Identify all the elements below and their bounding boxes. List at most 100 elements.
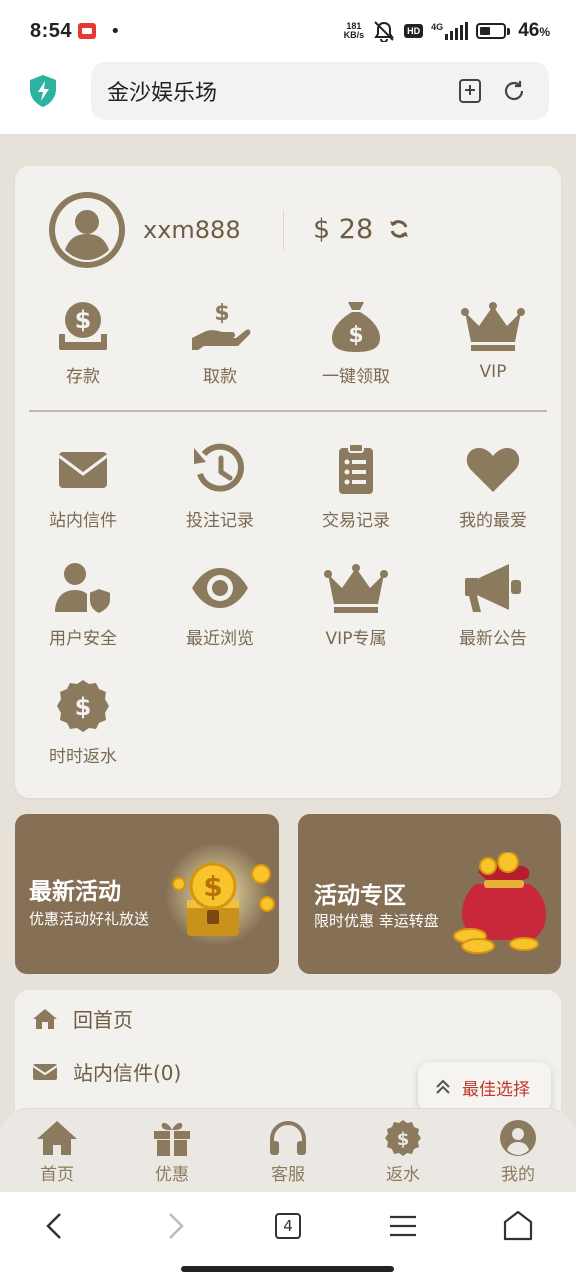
tab-rebate-label: 返水 [386,1165,420,1185]
status-dot: • [110,20,121,42]
withdraw-button[interactable]: $ 取款 [152,298,288,387]
tab-home-label: 首页 [40,1165,74,1185]
user-circle-icon [500,1120,536,1156]
best-pick-button[interactable]: 最佳选择 [418,1062,551,1112]
gesture-home-bar[interactable] [181,1266,394,1272]
banner-events-zone[interactable]: 活动专区 限时优惠 幸运转盘 [298,814,561,974]
menu-item-home-label: 回首页 [73,1008,133,1032]
browser-toolbar: 金沙娱乐场 [0,62,576,134]
feature-transactions-label: 交易记录 [322,511,390,531]
deposit-icon: $ [59,302,107,350]
tab-mine[interactable]: 我的 [473,1119,563,1185]
home-icon [33,1008,57,1029]
back-icon[interactable] [38,1208,74,1244]
user-avatar-icon [55,198,119,262]
section-divider [29,410,547,412]
feature-bet-history-label: 投注记录 [186,511,254,531]
vip-button[interactable]: VIP [425,298,561,382]
feature-rebate-label: 时时返水 [49,747,117,767]
tabs-button[interactable]: 4 [270,1208,306,1244]
username: xxm888 [143,216,241,244]
refresh-balance-icon[interactable] [388,218,410,240]
security-shield-icon[interactable] [28,74,58,108]
megaphone-icon [465,564,521,612]
feature-messages[interactable]: 站内信件 [15,442,151,531]
menu-item-home[interactable]: 回首页 [31,1004,133,1033]
forward-icon[interactable] [156,1208,192,1244]
status-time: 8:54 [30,19,73,42]
vip-label: VIP [479,362,507,382]
browser-nav-bar: 4 [0,1192,576,1280]
reload-icon[interactable] [501,78,527,104]
feature-messages-label: 站内信件 [49,511,117,531]
headset-icon [270,1121,306,1155]
claim-all-label: 一键领取 [322,367,390,387]
svg-text:$: $ [348,323,363,348]
menu-item-messages-label: 站内信件(0) [73,1061,182,1085]
signal-icon [445,22,469,40]
browser-home-icon[interactable] [500,1208,536,1244]
claim-all-button[interactable]: $ 一键领取 [288,298,424,387]
envelope-icon [32,1063,58,1080]
feature-vip-exclusive[interactable]: VIP专属 [288,560,424,649]
money-bag-icon: $ [332,302,380,352]
deposit-button[interactable]: $ 存款 [15,298,151,387]
status-bar: 8:54 • 181 KB/s HD 4G 46% [0,0,576,62]
feature-favorites-label: 我的最爱 [459,511,527,531]
bookmark-add-icon[interactable] [457,78,483,104]
divider [283,210,284,250]
svg-text:$: $ [203,870,222,903]
history-icon [194,443,244,492]
feature-favorites[interactable]: 我的最爱 [425,442,561,531]
tab-rebate[interactable]: $ 返水 [358,1119,448,1185]
avatar[interactable] [49,192,125,268]
network-type: 4G [431,22,469,40]
tab-support[interactable]: 客服 [243,1119,333,1185]
bottom-tab-bar: 首页 优惠 客服 $ 返水 我的 [0,1108,576,1192]
menu-icon[interactable] [385,1208,421,1244]
feature-recent-label: 最近浏览 [186,629,254,649]
envelope-icon [58,452,108,488]
feature-transactions[interactable]: 交易记录 [288,442,424,531]
svg-text:$: $ [75,306,92,334]
hd-badge: HD [404,24,424,38]
tab-home[interactable]: 首页 [12,1119,102,1185]
net-speed-unit: KB/s [343,30,365,40]
address-bar[interactable]: 金沙娱乐场 [91,62,549,120]
lucky-bag-image [453,852,547,954]
home-icon [37,1121,77,1155]
menu-item-messages[interactable]: 站内信件(0) [31,1057,181,1086]
withdraw-icon: $ [192,301,251,350]
balance: $ 28 [313,214,374,245]
feature-rebate[interactable]: $ 时时返水 [15,678,151,767]
tab-mine-label: 我的 [501,1165,535,1185]
feature-security[interactable]: 用户安全 [15,560,151,649]
double-chevron-up-icon [436,1079,450,1094]
banner-title: 活动专区 [314,883,406,909]
best-pick-label: 最佳选择 [462,1079,530,1100]
banner-title: 最新活动 [29,879,121,905]
banner-subtitle: 优惠活动好礼放送 [29,910,150,928]
feature-bet-history[interactable]: 投注记录 [152,442,288,531]
clipboard-icon [339,443,373,494]
feature-announcements[interactable]: 最新公告 [425,560,561,649]
banner-latest-events[interactable]: $ 最新活动 优惠活动好礼放送 [15,814,279,974]
svg-text:$: $ [214,301,229,326]
dollar-badge-icon: $ [385,1120,421,1156]
gift-icon [154,1122,190,1156]
tab-count: 4 [275,1213,301,1239]
account-card: xxm888 $ 28 $ 存款 $ 取款 $ 一键领取 VIP 站内信件 投注… [15,166,561,798]
tab-promotions[interactable]: 优惠 [127,1119,217,1185]
mute-icon [374,21,395,42]
heart-icon [466,448,520,492]
feature-vip-exclusive-label: VIP专属 [325,629,387,649]
feature-recent[interactable]: 最近浏览 [152,560,288,649]
status-right: 181 KB/s HD 4G 46% [344,20,550,42]
svg-text:$: $ [397,1129,410,1150]
notification-app-icon [78,23,97,39]
page-title[interactable]: 金沙娱乐场 [107,75,217,107]
withdraw-label: 取款 [203,367,237,387]
feature-security-label: 用户安全 [49,629,117,649]
battery-percent: 46% [518,20,550,41]
battery-fill [480,27,491,35]
